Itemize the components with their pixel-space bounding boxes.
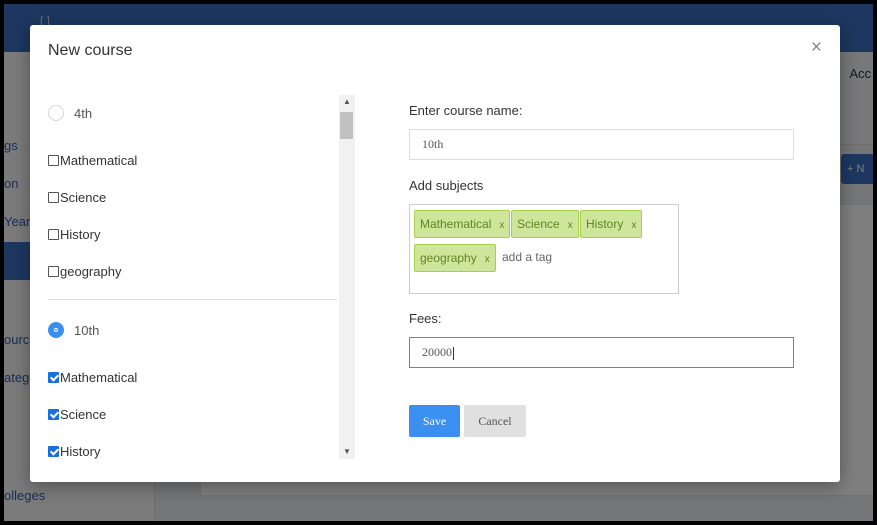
subject-label: Mathematical [60,369,138,385]
checkbox-checked[interactable] [48,445,59,457]
save-button[interactable]: Save [409,405,460,437]
tag-label: Science [517,217,560,231]
subject-checkbox-row[interactable]: History [48,225,100,243]
course-name-label: Enter course name: [409,103,523,118]
tag-label: Mathematical [420,217,492,231]
app-frame: [ ] ▶ L Acc gs on Years ource atego olle… [4,4,873,521]
new-course-modal: New course × 4th Mathematical Science Hi… [30,25,840,482]
class-option-10th[interactable]: 10th [48,319,99,341]
class-subject-list: 4th Mathematical Science History geograp… [30,95,337,459]
cancel-button[interactable]: Cancel [464,405,526,437]
subjects-label: Add subjects [409,178,484,193]
close-icon[interactable]: × [811,38,822,58]
radio-selected-icon[interactable] [48,322,64,338]
fees-input[interactable]: 20000 [409,337,794,368]
tag-text-input[interactable]: add a tag [502,250,552,264]
class-label: 4th [74,105,93,121]
scroll-up-icon[interactable]: ▲ [339,95,355,109]
radio-icon[interactable] [48,105,64,121]
subject-tag: History x [580,210,643,238]
subject-checkbox-row[interactable]: Mathematical [48,151,137,169]
checkbox[interactable] [48,154,59,166]
subject-checkbox-row[interactable]: Mathematical [48,368,137,386]
subject-tag: geography x [414,244,496,272]
subject-label: geography [60,263,122,279]
checkbox-checked[interactable] [48,408,59,420]
subject-label: Science [60,189,107,205]
fees-value: 20000 [422,345,452,359]
subject-label: History [60,443,101,459]
tag-remove-icon[interactable]: x [568,220,573,231]
scroll-down-icon[interactable]: ▼ [339,445,355,459]
scrollbar-thumb[interactable] [340,112,353,139]
checkbox-checked[interactable] [48,371,59,383]
class-label: 10th [74,322,100,338]
class-divider [48,299,337,300]
checkbox[interactable] [48,191,59,203]
course-name-input[interactable]: 10th [409,129,794,160]
subject-checkbox-row[interactable]: Science [48,188,106,206]
list-scrollbar[interactable]: ▲ ▼ [339,95,355,459]
tag-remove-icon[interactable]: x [499,220,504,231]
fees-label: Fees: [409,311,442,326]
subject-tag: Science x [511,210,579,238]
subject-label: History [60,226,101,242]
tag-label: geography [420,251,477,265]
class-option-4th[interactable]: 4th [48,102,92,124]
subject-label: Science [60,406,107,422]
subject-tag: Mathematical x [414,210,511,238]
subject-checkbox-row[interactable]: geography [48,262,121,280]
subject-checkbox-row[interactable]: Science [48,405,106,423]
subject-label: Mathematical [60,152,138,168]
checkbox[interactable] [48,265,59,277]
subjects-tag-input[interactable]: Mathematical x Science x History x geograph… [409,204,679,294]
checkbox[interactable] [48,228,59,240]
tag-label: History [586,217,624,231]
tag-remove-icon[interactable]: x [485,254,490,265]
text-caret [453,346,454,360]
modal-title: New course [48,42,133,59]
subject-checkbox-row[interactable]: History [48,442,100,459]
tag-remove-icon[interactable]: x [631,220,636,231]
